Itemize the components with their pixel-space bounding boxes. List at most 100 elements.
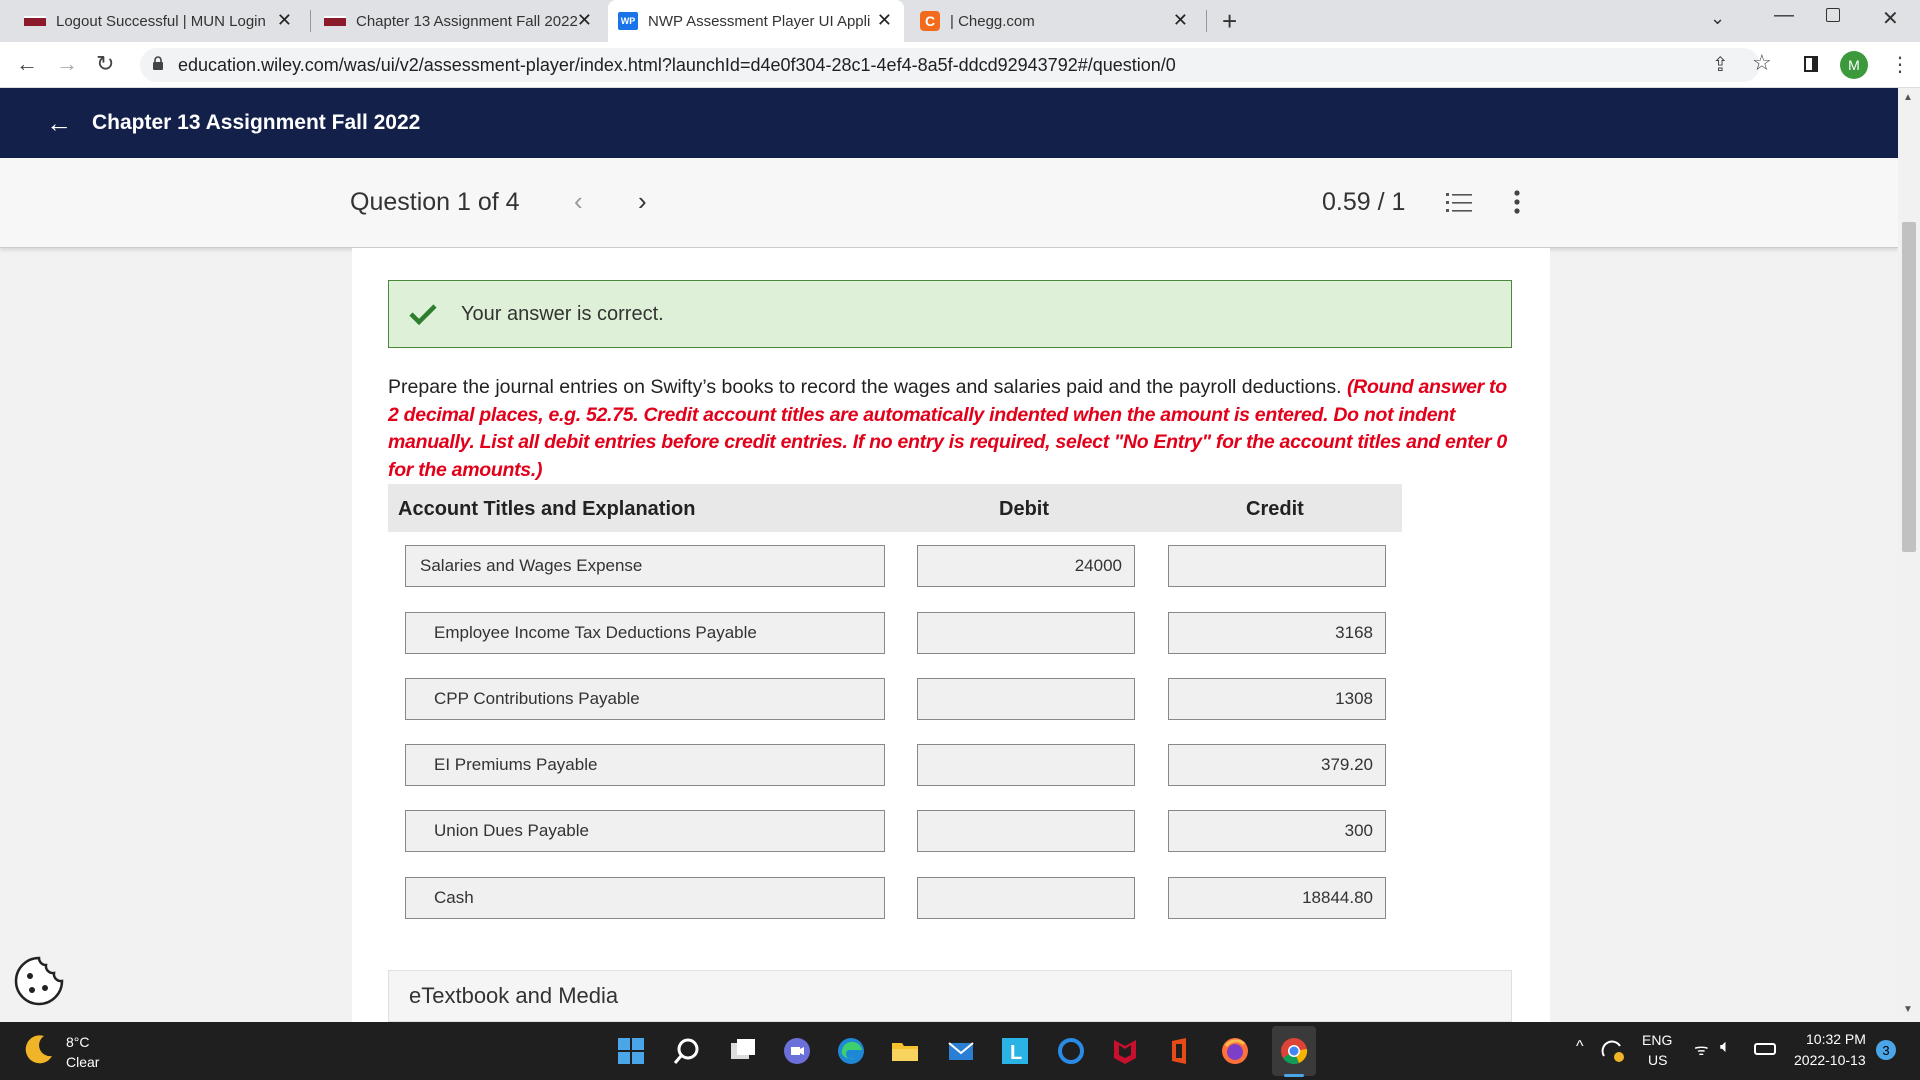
search-icon[interactable] (672, 1036, 702, 1066)
debit-amount-field[interactable] (917, 612, 1135, 654)
input-language[interactable]: ENG (1642, 1032, 1672, 1048)
side-panel-icon[interactable] (1804, 56, 1818, 72)
debit-amount-field[interactable] (917, 678, 1135, 720)
account-title-field[interactable]: EI Premiums Payable (405, 744, 885, 786)
credit-column-header: Credit (1246, 498, 1304, 520)
forward-arrow-icon[interactable]: → (56, 51, 78, 77)
svg-text:L: L (1010, 1042, 1022, 1064)
back-arrow-icon[interactable]: ← (46, 108, 72, 139)
tab-search-chevron-down-icon[interactable]: ⌄ (1710, 8, 1725, 29)
url-text: education.wiley.com/was/ui/v2/assessment… (178, 54, 1176, 75)
debit-amount-field[interactable] (917, 877, 1135, 919)
moon-weather-icon[interactable] (22, 1032, 56, 1066)
volume-icon[interactable]: 🔈︎ (1720, 1036, 1731, 1057)
cookie-settings-icon[interactable] (12, 954, 66, 1008)
debit-amount-field[interactable] (917, 744, 1135, 786)
file-explorer-icon[interactable] (890, 1036, 920, 1066)
scroll-down-arrow-icon[interactable]: ▼ (1903, 1004, 1913, 1015)
browser-tab-chapter13[interactable]: Chapter 13 Assignment Fall 2022 ✕ (314, 0, 604, 42)
bookmark-star-icon[interactable]: ☆ (1752, 50, 1772, 76)
input-region[interactable]: US (1648, 1052, 1667, 1068)
question-score: 0.59 / 1 (1322, 188, 1406, 216)
edge-browser-icon[interactable] (836, 1036, 866, 1066)
clock-date[interactable]: 2022-10-13 (1794, 1052, 1866, 1068)
back-arrow-icon[interactable]: ← (16, 51, 38, 77)
tab-title: NWP Assessment Player UI Appli (648, 12, 870, 30)
teams-chat-icon[interactable] (782, 1036, 812, 1066)
close-tab-icon[interactable]: ✕ (1173, 10, 1188, 31)
show-hidden-icons-chevron-icon[interactable]: ^ (1576, 1038, 1584, 1056)
debit-amount-field[interactable]: 24000 (917, 545, 1135, 587)
mcafee-icon[interactable] (1110, 1036, 1140, 1066)
task-view-icon[interactable] (728, 1036, 758, 1066)
close-tab-icon[interactable]: ✕ (277, 10, 292, 31)
question-list-icon[interactable] (1446, 192, 1472, 214)
windows-taskbar: 8°C Clear L ^ ENG US ᯤ 🔈︎ 10:32 PM 2022-… (0, 1022, 1920, 1080)
profile-avatar[interactable]: M (1840, 51, 1868, 79)
etextbook-media-label: eTextbook and Media (409, 983, 619, 1008)
journal-table-header: Account Titles and Explanation Debit Cre… (388, 484, 1402, 532)
account-title-field[interactable]: Union Dues Payable (405, 810, 885, 852)
browser-tab-nwp[interactable]: WP NWP Assessment Player UI Appli ✕ (608, 0, 904, 42)
browser-address-bar: ← → ↻ education.wiley.com/was/ui/v2/asse… (0, 42, 1920, 88)
close-tab-icon[interactable]: ✕ (577, 10, 592, 31)
account-title-field[interactable]: Cash (405, 877, 885, 919)
browser-tab-chegg[interactable]: C | Chegg.com ✕ (910, 0, 1200, 42)
app-l-icon[interactable]: L (1000, 1036, 1030, 1066)
windows-start-icon[interactable] (616, 1036, 646, 1066)
lock-icon (153, 56, 163, 70)
credit-amount-field[interactable]: 3168 (1168, 612, 1386, 654)
clock-time[interactable]: 10:32 PM (1806, 1031, 1866, 1047)
share-icon[interactable]: ⇪ (1712, 52, 1729, 77)
restore-window-icon[interactable] (1826, 8, 1840, 22)
weather-condition: Clear (66, 1054, 100, 1070)
account-title-field[interactable]: Employee Income Tax Deductions Payable (405, 612, 885, 654)
app-header: ← Chapter 13 Assignment Fall 2022 (0, 88, 1898, 158)
reload-icon[interactable]: ↻ (96, 51, 114, 77)
new-tab-button[interactable]: + (1222, 6, 1237, 37)
onedrive-sync-icon[interactable] (1600, 1038, 1626, 1064)
credit-amount-field[interactable] (1168, 545, 1386, 587)
assignment-title: Chapter 13 Assignment Fall 2022 (92, 111, 421, 134)
chrome-icon[interactable] (1279, 1036, 1309, 1066)
tab-divider (1206, 10, 1207, 32)
credit-amount-field[interactable]: 1308 (1168, 678, 1386, 720)
correct-answer-alert: Your answer is correct. (388, 280, 1512, 348)
close-window-icon[interactable]: ✕ (1882, 6, 1899, 31)
previous-question-chevron-icon[interactable]: ‹ (574, 186, 583, 217)
notification-badge[interactable]: 3 (1876, 1040, 1896, 1060)
cortana-icon[interactable] (1056, 1036, 1086, 1066)
debit-amount-field[interactable] (917, 810, 1135, 852)
question-counter: Question 1 of 4 (350, 188, 520, 216)
battery-icon[interactable] (1754, 1043, 1776, 1055)
close-tab-icon[interactable]: ✕ (877, 10, 892, 31)
wp-favicon-icon: WP (618, 12, 638, 30)
next-question-chevron-icon[interactable]: › (638, 186, 647, 217)
browser-tab-mun[interactable]: Logout Successful | MUN Login ✕ (14, 0, 304, 42)
minimize-window-icon[interactable]: — (1774, 4, 1794, 27)
account-title-field[interactable]: CPP Contributions Payable (405, 678, 885, 720)
browser-menu-icon[interactable]: ⋮ (1890, 52, 1910, 77)
scroll-up-arrow-icon[interactable]: ▲ (1903, 92, 1913, 103)
debit-column-header: Debit (999, 498, 1049, 520)
credit-amount-field[interactable]: 18844.80 (1168, 877, 1386, 919)
mail-icon[interactable] (946, 1036, 976, 1066)
account-title-field[interactable]: Salaries and Wages Expense (405, 545, 885, 587)
tab-title: | Chegg.com (950, 12, 1035, 30)
url-field[interactable]: education.wiley.com/was/ui/v2/assessment… (140, 48, 1760, 82)
browser-tab-strip: Logout Successful | MUN Login ✕ Chapter … (0, 0, 1920, 42)
scrollbar-thumb[interactable] (1902, 222, 1916, 552)
credit-amount-field[interactable]: 379.20 (1168, 744, 1386, 786)
wifi-icon[interactable]: ᯤ (1694, 1038, 1709, 1060)
credit-amount-field[interactable]: 300 (1168, 810, 1386, 852)
checkmark-icon (409, 304, 437, 325)
alert-message: Your answer is correct. (461, 302, 664, 325)
weather-temperature: 8°C (66, 1034, 90, 1050)
account-column-header: Account Titles and Explanation (398, 498, 696, 520)
etextbook-media-section[interactable]: eTextbook and Media (388, 970, 1512, 1022)
more-options-icon[interactable] (1514, 190, 1520, 214)
firefox-icon[interactable] (1220, 1036, 1250, 1066)
prompt-text: Prepare the journal entries on Swifty’s … (388, 376, 1347, 398)
mun-favicon-icon (324, 16, 346, 26)
office-icon[interactable] (1164, 1036, 1194, 1066)
